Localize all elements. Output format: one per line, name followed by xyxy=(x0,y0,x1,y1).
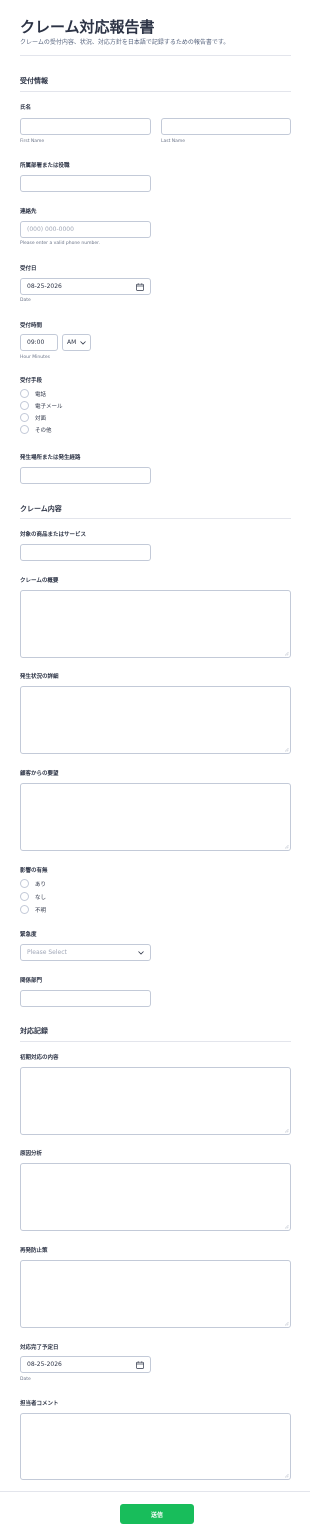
phone-placeholder: (000) 000-0000 xyxy=(27,226,74,233)
impact-option-yes[interactable]: あり xyxy=(20,879,46,888)
cause-textarea[interactable] xyxy=(20,1163,291,1231)
divider xyxy=(0,1491,310,1492)
urgency-label: 緊急度 xyxy=(20,932,37,938)
urgency-select[interactable]: Please Select xyxy=(20,944,151,961)
chevron-down-icon xyxy=(80,340,86,345)
summary-textarea[interactable] xyxy=(20,590,291,658)
radio-button[interactable] xyxy=(20,879,29,888)
place-label: 発生場所または発生経路 xyxy=(20,455,81,461)
initial-response-textarea[interactable] xyxy=(20,1067,291,1135)
section-title-complaint: クレーム内容 xyxy=(20,505,62,513)
phone-sublabel: Please enter a valid phone number. xyxy=(20,241,100,246)
request-label: 顧客からの要望 xyxy=(20,771,59,777)
radio-button[interactable] xyxy=(20,401,29,410)
due-date-sublabel: Date xyxy=(20,1377,31,1382)
last-name-sublabel: Last Name xyxy=(161,139,186,144)
radio-button[interactable] xyxy=(20,892,29,901)
product-label: 対象の商品またはサービス xyxy=(20,532,87,538)
summary-label: クレームの概要 xyxy=(20,578,59,584)
ampm-select[interactable]: AM xyxy=(62,334,91,351)
page-subtitle: クレームの受付内容、状況、対応方針を日本語で記録するための報告書です。 xyxy=(20,39,230,46)
first-name-sublabel: First Name xyxy=(20,139,45,144)
urgency-placeholder: Please Select xyxy=(27,949,67,956)
related-dept-input[interactable] xyxy=(20,990,151,1007)
last-name-input[interactable] xyxy=(161,118,291,135)
initial-response-label: 初期対応の内容 xyxy=(20,1055,59,1061)
page-title: クレーム対応報告書 xyxy=(20,18,155,36)
section-title-response: 対応記録 xyxy=(20,1027,48,1035)
radio-button[interactable] xyxy=(20,413,29,422)
resize-handle-icon[interactable] xyxy=(284,747,289,752)
divider xyxy=(20,55,291,56)
related-dept-label: 関係部門 xyxy=(20,978,43,984)
divider xyxy=(20,91,291,92)
calendar-icon[interactable] xyxy=(136,1360,144,1369)
product-input[interactable] xyxy=(20,544,151,561)
method-option-email[interactable]: 電子メール xyxy=(20,401,63,410)
impact-option-no[interactable]: なし xyxy=(20,892,46,901)
received-time-label: 受付時間 xyxy=(20,323,43,329)
department-label: 所属部署または役職 xyxy=(20,163,70,169)
method-option-other[interactable]: その他 xyxy=(20,425,52,434)
ampm-value: AM xyxy=(67,339,77,346)
time-value: 09:00 xyxy=(27,339,45,346)
resize-handle-icon[interactable] xyxy=(284,1473,289,1478)
due-date-label: 対応完了予定日 xyxy=(20,1345,59,1351)
place-input[interactable] xyxy=(20,467,151,484)
resize-handle-icon[interactable] xyxy=(284,651,289,656)
impact-option-unknown[interactable]: 不明 xyxy=(20,905,46,914)
name-label: 氏名 xyxy=(20,105,32,111)
phone-input[interactable]: (000) 000-0000 xyxy=(20,221,151,238)
method-label: 受付手段 xyxy=(20,378,43,384)
radio-button[interactable] xyxy=(20,389,29,398)
received-date-label: 受付日 xyxy=(20,266,37,272)
comment-label: 担当者コメント xyxy=(20,1401,59,1407)
calendar-icon[interactable] xyxy=(136,282,144,291)
received-date-value: 08-25-2026 xyxy=(27,283,62,290)
resize-handle-icon[interactable] xyxy=(284,1224,289,1229)
prevention-textarea[interactable] xyxy=(20,1260,291,1328)
due-date-input[interactable]: 08-25-2026 xyxy=(20,1356,151,1373)
received-date-sublabel: Date xyxy=(20,298,31,303)
request-textarea[interactable] xyxy=(20,783,291,851)
details-label: 発生状況の詳細 xyxy=(20,674,59,680)
divider xyxy=(20,1041,291,1042)
details-textarea[interactable] xyxy=(20,686,291,754)
method-option-phone[interactable]: 電話 xyxy=(20,389,46,398)
resize-handle-icon[interactable] xyxy=(284,1128,289,1133)
chevron-down-icon xyxy=(138,950,144,955)
resize-handle-icon[interactable] xyxy=(284,844,289,849)
received-date-input[interactable]: 08-25-2026 xyxy=(20,278,151,295)
radio-button[interactable] xyxy=(20,425,29,434)
contact-label: 連絡先 xyxy=(20,209,37,215)
time-sublabel: Hour Minutes xyxy=(20,355,50,360)
submit-button[interactable]: 送信 xyxy=(120,1504,194,1524)
department-input[interactable] xyxy=(20,175,151,192)
due-date-value: 08-25-2026 xyxy=(27,1361,62,1368)
method-option-in-person[interactable]: 対面 xyxy=(20,413,46,422)
cause-label: 原因分析 xyxy=(20,1151,43,1157)
resize-handle-icon[interactable] xyxy=(284,1321,289,1326)
first-name-input[interactable] xyxy=(20,118,151,135)
radio-button[interactable] xyxy=(20,905,29,914)
time-input[interactable]: 09:00 xyxy=(20,334,58,351)
comment-textarea[interactable] xyxy=(20,1413,291,1480)
divider xyxy=(20,518,291,519)
prevention-label: 再発防止策 xyxy=(20,1248,48,1254)
section-title-reception: 受付情報 xyxy=(20,77,48,85)
impact-label: 影響の有無 xyxy=(20,868,48,874)
